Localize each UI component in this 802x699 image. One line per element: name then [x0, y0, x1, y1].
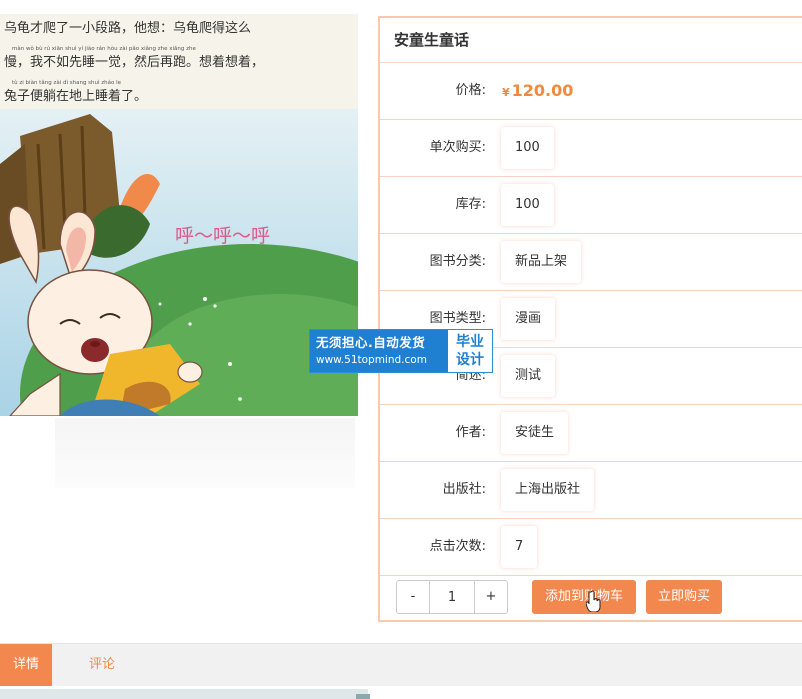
watermark-url: www.51topmind.com — [316, 354, 427, 366]
purchase-actions: - + 添加到购物车 立即购买 — [380, 570, 802, 622]
field-value: 100 — [501, 127, 554, 169]
field-value: 7 — [501, 526, 538, 568]
price-amount: 120.00 — [511, 81, 574, 100]
watermark-side-bottom: 设计 — [456, 352, 484, 368]
field-value: 上海出版社 — [501, 469, 595, 511]
field-label: 作者: — [455, 425, 486, 440]
tab-detail[interactable]: 详情 — [0, 644, 52, 686]
field-label: 点击次数: — [429, 539, 486, 554]
increment-button[interactable]: + — [475, 581, 507, 613]
field-value: 漫画 — [501, 298, 556, 340]
field-row-publisher: 出版社: 上海出版社 — [380, 462, 802, 519]
story-line-1: 乌龟才爬了一小段路，他想：乌龟爬得这么 — [4, 20, 251, 36]
tab-comment[interactable]: 评论 — [72, 644, 132, 686]
field-row-category: 图书分类: 新品上架 — [380, 234, 802, 291]
decrement-button[interactable]: - — [397, 581, 429, 613]
storybook-illustration: 乌龟才爬了一小段路，他想：乌龟爬得这么 màn wǒ bù rú xiān sh… — [0, 14, 358, 416]
field-label: 库存: — [455, 197, 486, 212]
story-line-2: 慢，我不如先睡一觉，然后再跑。想着想着， — [4, 54, 264, 70]
content-preview-edge — [356, 694, 370, 699]
quantity-input[interactable] — [429, 581, 475, 613]
field-value: 新品上架 — [501, 241, 582, 283]
pinyin-line-2: tù zi biàn tǎng zài dì shang shuì zháo l… — [12, 79, 122, 86]
field-row-click-count: 点击次数: 7 — [380, 519, 802, 576]
watermark-left: 无须担心.自动发货 www.51topmind.com — [310, 330, 448, 372]
product-detail-panel: 安童生童话 价格: ¥120.00 单次购买: 100 库存: 100 图书分类… — [378, 16, 802, 622]
content-preview-strip — [0, 689, 368, 699]
watermark-side-top: 毕业 — [456, 334, 484, 350]
field-label: 图书分类: — [429, 254, 486, 269]
detail-tab-bar: 详情 评论 — [0, 643, 802, 686]
field-value: 测试 — [501, 355, 556, 397]
story-line-3: 兔子便躺在地上睡着了。 — [4, 88, 147, 104]
image-reflection — [55, 418, 355, 488]
field-row-stock: 库存: 100 — [380, 177, 802, 234]
product-image: 乌龟才爬了一小段路，他想：乌龟爬得这么 màn wǒ bù rú xiān sh… — [0, 14, 358, 416]
sound-text: 呼～呼～呼 — [175, 225, 270, 247]
hand-cursor-icon — [586, 590, 601, 612]
field-label: 单次购买: — [429, 140, 486, 155]
watermark-banner: 无须担心.自动发货 www.51topmind.com 毕业 设计 — [309, 329, 493, 373]
watermark-right: 毕业 设计 — [448, 330, 492, 372]
field-label: 出版社: — [442, 482, 486, 497]
add-to-cart-button[interactable]: 添加到购物车 — [532, 580, 636, 614]
currency-symbol: ¥ — [502, 86, 510, 99]
price-value: ¥120.00 — [502, 63, 573, 119]
watermark-slogan: 无须担心.自动发货 — [316, 335, 426, 350]
field-value: 安徒生 — [501, 412, 569, 454]
product-title: 安童生童话 — [380, 18, 802, 63]
field-value: 100 — [501, 184, 554, 226]
price-label: 价格: — [455, 83, 486, 98]
field-row-purchase-limit: 单次购买: 100 — [380, 120, 802, 177]
field-row-author: 作者: 安徒生 — [380, 405, 802, 462]
buy-now-button[interactable]: 立即购买 — [646, 580, 722, 614]
quantity-stepper: - + — [396, 580, 508, 614]
pinyin-line-1: màn wǒ bù rú xiān shuì yí jiào rán hòu z… — [12, 45, 196, 52]
price-row: 价格: ¥120.00 — [380, 63, 802, 120]
